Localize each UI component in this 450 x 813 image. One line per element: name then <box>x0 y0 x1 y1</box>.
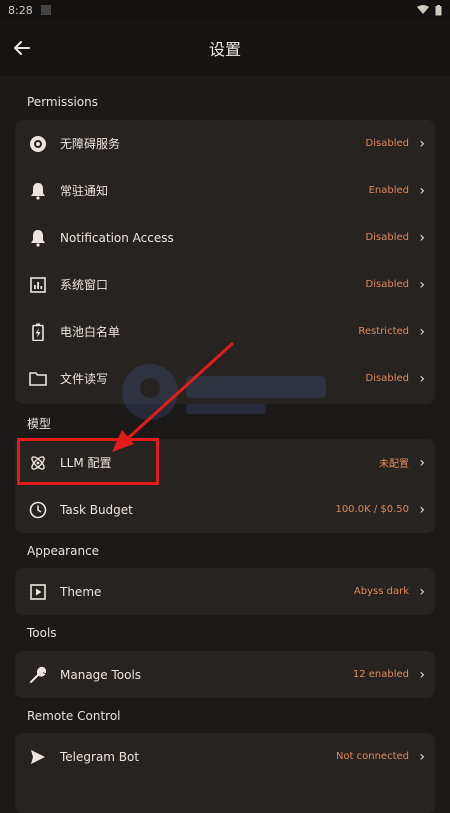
annotation-arrow <box>112 342 234 452</box>
